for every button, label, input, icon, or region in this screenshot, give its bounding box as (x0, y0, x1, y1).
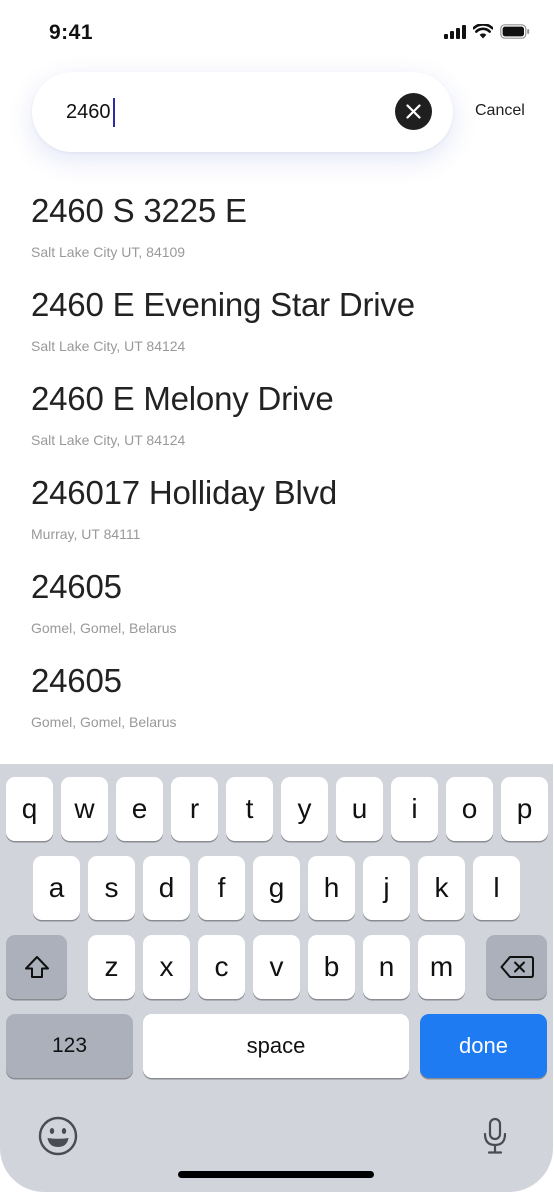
result-subtitle: Gomel, Gomel, Belarus (31, 620, 177, 636)
text-cursor (112, 98, 115, 127)
cancel-button[interactable]: Cancel (475, 102, 525, 120)
key-e[interactable]: e (116, 777, 163, 841)
key-f[interactable]: f (198, 856, 245, 920)
key-m[interactable]: m (418, 935, 465, 999)
dictation-button[interactable] (475, 1114, 515, 1158)
list-item[interactable]: 24605 Gomel, Gomel, Belarus (31, 660, 531, 754)
key-x[interactable]: x (143, 935, 190, 999)
list-item[interactable]: 2460 E Evening Star Drive Salt Lake City… (31, 284, 531, 378)
done-key[interactable]: done (420, 1014, 547, 1078)
result-subtitle: Salt Lake City, UT 84124 (31, 432, 186, 448)
key-n[interactable]: n (363, 935, 410, 999)
key-j[interactable]: j (363, 856, 410, 920)
backspace-key[interactable] (486, 935, 547, 999)
key-t[interactable]: t (226, 777, 273, 841)
key-v[interactable]: v (253, 935, 300, 999)
clear-search-button[interactable] (395, 93, 432, 130)
search-field[interactable]: 2460 (32, 72, 453, 152)
result-title: 24605 (31, 662, 122, 699)
emoji-icon (38, 1116, 78, 1156)
key-r[interactable]: r (171, 777, 218, 841)
list-item[interactable]: 2460 E Melony Drive Salt Lake City, UT 8… (31, 378, 531, 472)
key-z[interactable]: z (88, 935, 135, 999)
key-p[interactable]: p (501, 777, 548, 841)
numbers-key[interactable]: 123 (6, 1014, 133, 1078)
key-d[interactable]: d (143, 856, 190, 920)
key-q[interactable]: q (6, 777, 53, 841)
result-subtitle: Salt Lake City, UT 84124 (31, 338, 186, 354)
key-a[interactable]: a (33, 856, 80, 920)
result-title: 24605 (31, 568, 122, 605)
shift-icon (24, 956, 49, 978)
shift-key[interactable] (6, 935, 67, 999)
key-k[interactable]: k (418, 856, 465, 920)
search-input[interactable]: 2460 (66, 98, 115, 127)
key-h[interactable]: h (308, 856, 355, 920)
microphone-icon (483, 1117, 507, 1154)
wifi-icon (473, 24, 493, 39)
key-l[interactable]: l (473, 856, 520, 920)
keyboard: q w e r t y u i o p a s d f g h j k l z … (0, 764, 553, 1192)
result-title: 2460 E Melony Drive (31, 380, 334, 417)
result-title: 2460 S 3225 E (31, 192, 247, 229)
result-title: 2460 E Evening Star Drive (31, 286, 415, 323)
space-key[interactable]: space (143, 1014, 409, 1078)
key-o[interactable]: o (446, 777, 493, 841)
key-y[interactable]: y (281, 777, 328, 841)
result-title: 246017 Holliday Blvd (31, 474, 338, 511)
battery-icon (500, 24, 530, 39)
result-subtitle: Gomel, Gomel, Belarus (31, 714, 177, 730)
status-time: 9:41 (49, 21, 94, 44)
list-item[interactable]: 2460 S 3225 E Salt Lake City UT, 84109 (31, 190, 531, 284)
key-w[interactable]: w (61, 777, 108, 841)
list-item[interactable]: 246017 Holliday Blvd Murray, UT 84111 (31, 472, 531, 566)
results-list: 2460 S 3225 E Salt Lake City UT, 84109 2… (31, 190, 531, 754)
key-g[interactable]: g (253, 856, 300, 920)
key-i[interactable]: i (391, 777, 438, 841)
search-input-value: 2460 (66, 101, 111, 123)
search-row: 2460 Cancel (0, 72, 554, 152)
result-subtitle: Salt Lake City UT, 84109 (31, 244, 186, 260)
home-indicator[interactable] (178, 1171, 374, 1178)
status-bar: 9:41 (0, 0, 554, 64)
list-item[interactable]: 24605 Gomel, Gomel, Belarus (31, 566, 531, 660)
key-s[interactable]: s (88, 856, 135, 920)
emoji-button[interactable] (36, 1114, 80, 1158)
result-subtitle: Murray, UT 84111 (31, 526, 141, 542)
key-c[interactable]: c (198, 935, 245, 999)
key-b[interactable]: b (308, 935, 355, 999)
close-icon (406, 104, 421, 119)
status-icons (444, 24, 530, 39)
backspace-icon (500, 956, 534, 978)
cellular-signal-icon (444, 24, 466, 39)
key-u[interactable]: u (336, 777, 383, 841)
